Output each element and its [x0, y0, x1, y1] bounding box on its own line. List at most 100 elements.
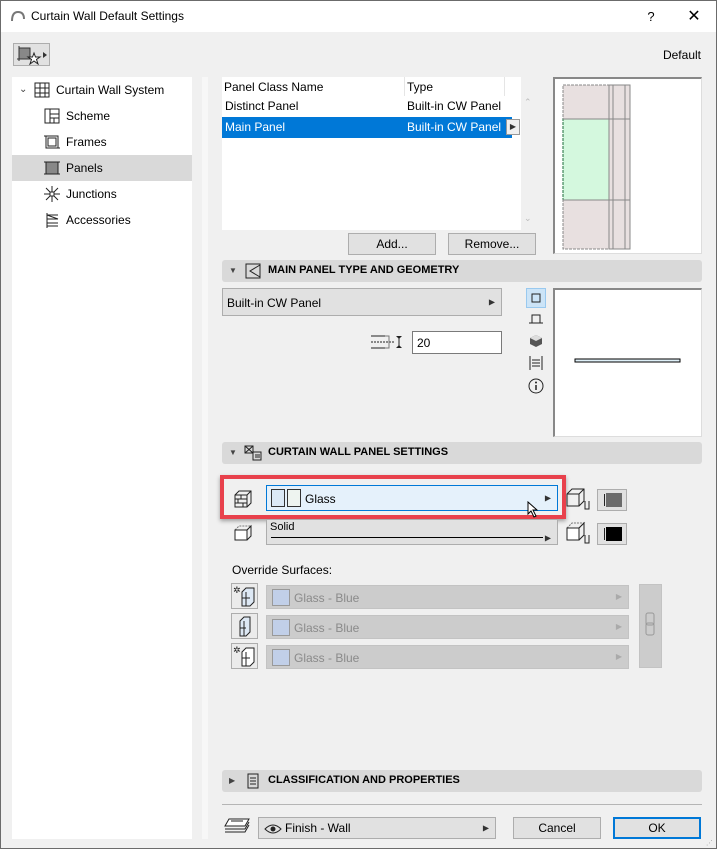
section-header-classification[interactable]: ▶ CLASSIFICATION AND PROPERTIES: [222, 770, 702, 792]
panel-class-list: Panel Class Name Type Distinct Panel Bui…: [222, 77, 532, 230]
favorites-icon: [17, 46, 47, 66]
sidebar-item-label: Junctions: [66, 187, 117, 201]
svg-text:✲: ✲: [233, 585, 241, 595]
chain-link-icon: [645, 612, 655, 636]
sidebar-item-label: Curtain Wall System: [56, 83, 165, 97]
svg-text:✲: ✲: [233, 645, 241, 655]
sidebar-item-panels[interactable]: Panels: [12, 155, 192, 181]
panel-name: Main Panel: [225, 120, 286, 134]
edge-surface-icon: [239, 616, 251, 637]
title-bar: Curtain Wall Default Settings ? ✕: [1, 1, 716, 32]
material-value: Glass: [305, 492, 336, 506]
collapse-triangle-icon[interactable]: ▼: [229, 266, 237, 275]
section-header-geometry[interactable]: ▼ MAIN PANEL TYPE AND GEOMETRY: [222, 260, 702, 282]
layer-dropdown[interactable]: Finish - Wall ▶: [258, 817, 496, 839]
chevron-down-icon[interactable]: ⌄: [19, 77, 27, 103]
scroll-up-arrow[interactable]: ⌃: [524, 97, 532, 108]
line-type-sample: [271, 537, 543, 538]
link-surfaces-button[interactable]: [639, 584, 662, 668]
cancel-button[interactable]: Cancel: [513, 817, 601, 839]
override-surface-inside-dropdown[interactable]: Glass - Blue ▶: [266, 645, 629, 669]
panel-thickness-input[interactable]: 20: [412, 331, 502, 354]
curtain-wall-preview-drawing: [562, 84, 631, 250]
document-icon: [247, 773, 259, 789]
panel-type-value: Built-in CW Panel: [227, 296, 322, 310]
sidebar-item-label: Panels: [66, 161, 103, 175]
sidebar-item-label: Accessories: [66, 213, 131, 227]
dropdown-arrow-icon: ▶: [544, 533, 551, 543]
scroll-down-arrow[interactable]: ⌄: [524, 213, 532, 224]
dropdown-arrow-icon: ▶: [544, 493, 551, 503]
panel-settings-icon: [244, 445, 262, 461]
dropdown-arrow-icon: ▶: [615, 592, 622, 601]
panel-type-menu-button[interactable]: ▶: [506, 119, 520, 135]
cut-pen-icon: [566, 521, 590, 544]
section-view-button[interactable]: [526, 310, 546, 330]
panel-type: Built-in CW Panel: [407, 120, 502, 134]
eye-icon: [264, 824, 282, 834]
frames-icon: [44, 135, 60, 149]
column-header-name[interactable]: Panel Class Name: [224, 80, 323, 94]
sidebar-item-junctions[interactable]: Junctions: [12, 181, 192, 207]
override-surface-edge-toggle[interactable]: [231, 613, 258, 639]
section-header-panel-settings[interactable]: ▼ CURTAIN WALL PANEL SETTINGS: [222, 442, 702, 464]
panel-type: Built-in CW Panel: [407, 99, 502, 113]
layer-value: Finish - Wall: [285, 821, 351, 835]
override-surface-outside-dropdown[interactable]: Glass - Blue ▶: [266, 585, 629, 609]
help-button[interactable]: ?: [639, 5, 663, 29]
pen-bar: [604, 494, 605, 506]
panel-geometry-icon: [245, 263, 261, 279]
inside-surface-icon: ✲: [233, 645, 255, 667]
sidebar-item-frames[interactable]: Frames: [12, 129, 192, 155]
close-button[interactable]: ✕: [681, 5, 707, 29]
override-surface-outside-toggle[interactable]: ✲: [231, 583, 258, 609]
sidebar-item-scheme[interactable]: Scheme: [12, 103, 192, 129]
sidebar-item-label: Frames: [66, 135, 107, 149]
cube-icon: [530, 335, 542, 347]
junctions-icon: [44, 186, 60, 202]
surface-swatch-fill: [271, 489, 285, 507]
sidebar-item-accessories[interactable]: Accessories: [12, 207, 192, 233]
elevation-view-button[interactable]: [526, 354, 546, 374]
cut-pen-color-button[interactable]: [597, 523, 627, 545]
scheme-icon: [44, 108, 60, 124]
add-button[interactable]: Add...: [348, 233, 436, 255]
outline-pen-color-button[interactable]: [597, 489, 627, 511]
table-row[interactable]: Main Panel Built-in CW Panel ▶: [222, 117, 520, 138]
curtain-wall-grid-icon: [34, 82, 50, 98]
section-title: CURTAIN WALL PANEL SETTINGS: [268, 446, 449, 458]
column-divider[interactable]: [504, 77, 505, 96]
floor-plan-view-button[interactable]: [526, 288, 546, 308]
info-button[interactable]: [526, 377, 546, 397]
outline-pen-icon: [566, 488, 590, 510]
panel-type-dropdown[interactable]: Built-in CW Panel ▶: [222, 288, 502, 316]
splitter[interactable]: [202, 77, 208, 839]
table-row[interactable]: Distinct Panel Built-in CW Panel: [222, 96, 512, 117]
sidebar-item-curtain-wall-system[interactable]: ⌄ Curtain Wall System: [12, 77, 192, 103]
line-type-value: Solid: [270, 521, 295, 533]
resize-grip[interactable]: ⋰: [706, 839, 713, 847]
section-view-icon: [529, 314, 543, 324]
sidebar-item-label: Scheme: [66, 109, 111, 123]
collapse-triangle-icon[interactable]: ▼: [229, 448, 237, 457]
footer-divider: [222, 804, 702, 805]
column-header-type[interactable]: Type: [407, 80, 433, 94]
expand-triangle-icon[interactable]: ▶: [229, 776, 235, 785]
list-header: Panel Class Name Type: [222, 77, 521, 96]
panel-profile-preview: [553, 288, 702, 437]
section-title: CLASSIFICATION AND PROPERTIES: [268, 774, 460, 786]
line-type-dropdown[interactable]: Solid ▶: [266, 519, 558, 545]
material-dropdown[interactable]: Glass ▶: [266, 485, 558, 511]
remove-button[interactable]: Remove...: [448, 233, 536, 255]
column-divider[interactable]: [404, 77, 405, 96]
pen-color-swatch: [606, 527, 622, 541]
sidebar-tree: ⌄ Curtain Wall System Scheme Frames Pane…: [12, 77, 192, 839]
3d-view-button[interactable]: [526, 332, 546, 352]
curtain-wall-preview: [553, 77, 702, 254]
override-surface-value: Glass - Blue: [294, 591, 360, 605]
ok-button[interactable]: OK: [613, 817, 701, 839]
favorites-button[interactable]: [13, 43, 50, 66]
override-surface-inside-toggle[interactable]: ✲: [231, 643, 258, 669]
dialog-window: Curtain Wall Default Settings ? ✕ Defaul…: [0, 0, 717, 849]
override-surface-edge-dropdown[interactable]: Glass - Blue ▶: [266, 615, 629, 639]
